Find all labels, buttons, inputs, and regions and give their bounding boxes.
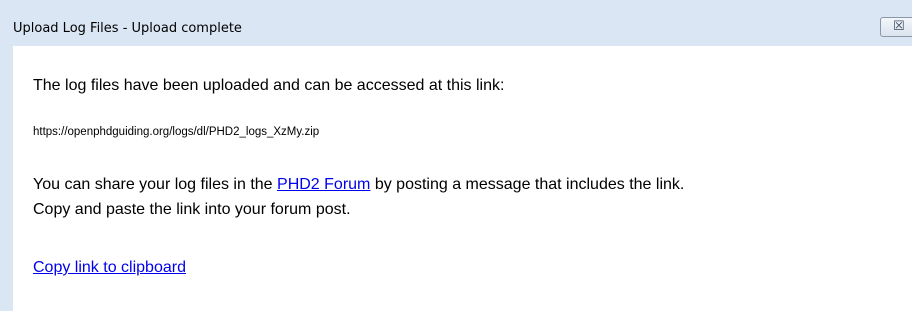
share-message: You can share your log files in the PHD2…: [33, 176, 684, 194]
upload-complete-message: The log files have been uploaded and can…: [33, 77, 505, 94]
copy-link-to-clipboard-link[interactable]: Copy link to clipboard: [33, 259, 186, 276]
copy-link-container: Copy link to clipboard: [33, 259, 186, 277]
title-bar: Upload Log Files - Upload complete ☒: [0, 0, 912, 46]
dialog-title: Upload Log Files - Upload complete: [13, 21, 242, 36]
share-text-after: by posting a message that includes the l…: [370, 176, 685, 193]
upload-log-dialog: Upload Log Files - Upload complete ☒ The…: [0, 0, 912, 311]
close-icon: ☒: [893, 19, 905, 34]
log-url-text: https://openphdguiding.org/logs/dl/PHD2_…: [33, 126, 320, 138]
phd2-forum-link[interactable]: PHD2 Forum: [277, 176, 370, 193]
copy-paste-instructions: Copy and paste the link into your forum …: [33, 201, 351, 218]
share-text-before: You can share your log files in the: [33, 176, 278, 193]
window-left-border: [0, 46, 13, 311]
close-button[interactable]: ☒: [880, 17, 912, 37]
